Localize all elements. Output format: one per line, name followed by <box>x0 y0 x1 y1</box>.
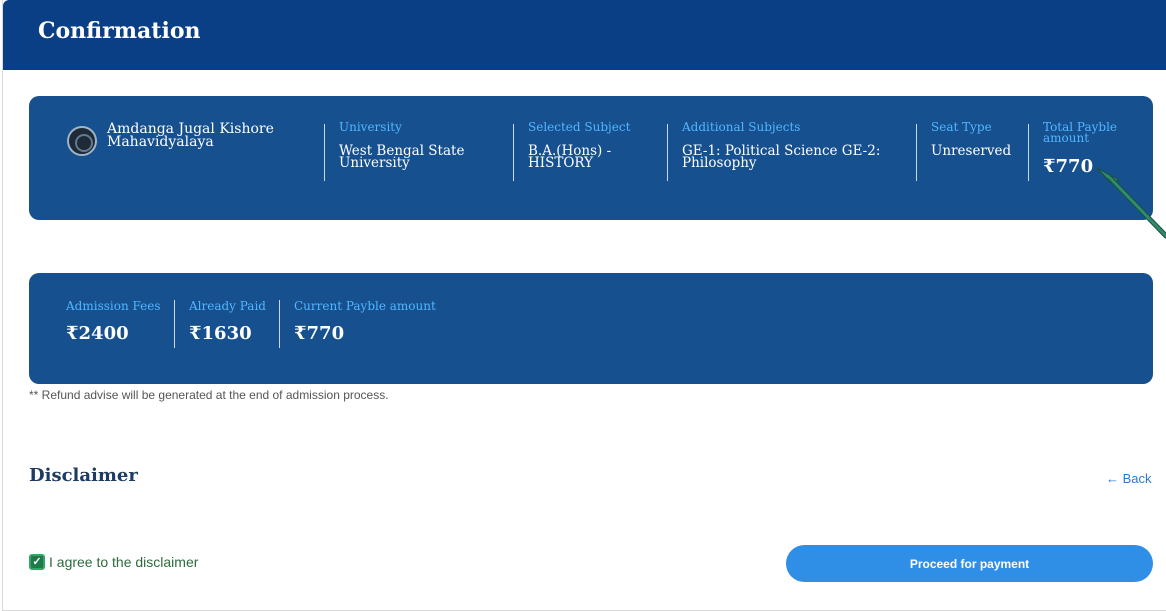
disclaimer-heading: Disclaimer <box>29 465 138 486</box>
agree-label[interactable]: I agree to the disclaimer <box>49 554 198 570</box>
total-payable-label: Total Payble amount <box>1043 120 1118 145</box>
admission-fees-value: ₹2400 <box>66 323 129 344</box>
current-payable-label: Current Payble amount <box>294 299 436 313</box>
university-value: West Bengal State University <box>339 143 465 171</box>
already-paid-value: ₹1630 <box>189 323 252 344</box>
proceed-payment-button[interactable]: Proceed for payment <box>786 545 1153 582</box>
additional-subjects-label: Additional Subjects <box>682 120 801 134</box>
back-link[interactable]: ← Back <box>1106 471 1152 486</box>
seat-type-label: Seat Type <box>931 120 992 134</box>
admission-fees-label: Admission Fees <box>66 299 161 313</box>
college-name: Amdanga Jugal Kishore Mahavidyalaya <box>107 121 274 150</box>
seat-type-value: Unreserved <box>931 143 1012 159</box>
additional-subjects-column: Additional Subjects GE-1: Political Scie… <box>667 120 912 181</box>
university-label: University <box>339 120 402 134</box>
admission-summary-card: Amdanga Jugal Kishore Mahavidyalaya Univ… <box>29 96 1153 220</box>
already-paid-label: Already Paid <box>189 299 266 313</box>
already-paid-block: Already Paid ₹1630 <box>174 300 266 348</box>
seat-type-column: Seat Type Unreserved <box>916 120 1026 181</box>
selected-subject-value: B.A.(Hons) - HISTORY <box>528 143 612 171</box>
additional-subjects-value: GE-1: Political Science GE-2: Philosophy <box>682 143 881 171</box>
header-bar: Confirmation <box>3 0 1166 70</box>
college-seal-icon <box>67 126 97 156</box>
page-title: Confirmation <box>38 18 201 44</box>
admission-fees-block: Admission Fees ₹2400 <box>66 300 161 348</box>
current-payable-value: ₹770 <box>294 323 345 344</box>
fee-breakdown-card: Admission Fees ₹2400 Already Paid ₹1630 … <box>29 273 1153 384</box>
agree-checkbox[interactable]: ✓ <box>29 554 45 570</box>
pointer-arrow-icon <box>1096 167 1166 239</box>
university-column: University West Bengal State University <box>324 120 504 181</box>
selected-subject-label: Selected Subject <box>528 120 631 134</box>
current-payable-block: Current Payble amount ₹770 <box>279 300 436 348</box>
agree-checkbox-row[interactable]: ✓ I agree to the disclaimer <box>29 554 198 570</box>
selected-subject-column: Selected Subject B.A.(Hons) - HISTORY <box>513 120 653 181</box>
refund-note: ** Refund advise will be generated at th… <box>29 388 389 402</box>
